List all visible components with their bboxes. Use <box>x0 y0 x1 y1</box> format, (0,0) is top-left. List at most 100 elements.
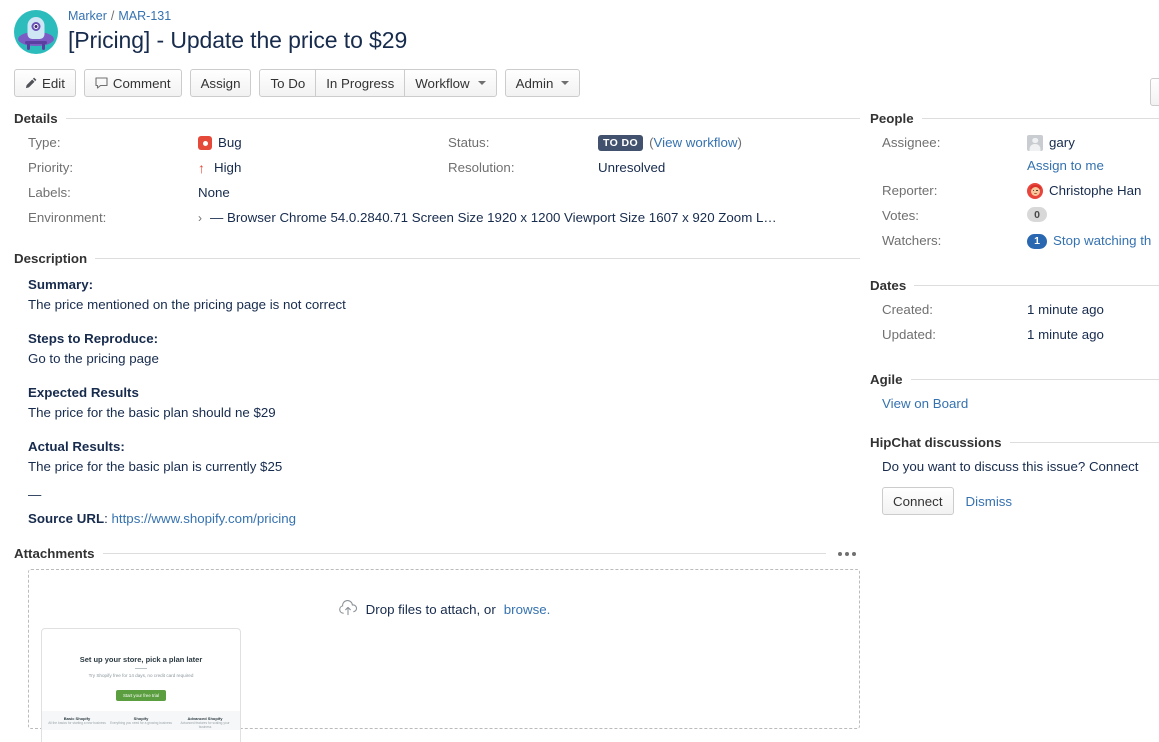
people-field-grid: Assignee: gary Assign to me Reporter: <box>870 134 1159 250</box>
view-workflow-wrap: (View workflow) <box>649 134 742 152</box>
comment-icon <box>95 77 108 89</box>
comment-button-label: Comment <box>113 76 171 91</box>
priority-field-value: ↑ High <box>198 159 448 177</box>
thumbnail-rule <box>135 668 147 669</box>
environment-field-value: › — Browser Chrome 54.0.2840.71 Screen S… <box>198 209 868 227</box>
assign-button[interactable]: Assign <box>190 69 252 97</box>
thumbnail-cta-button: Start your free trial <box>116 690 166 701</box>
breadcrumb-issue-key-link[interactable]: MAR-131 <box>118 9 171 23</box>
edit-button[interactable]: Edit <box>14 69 76 97</box>
chevron-down-icon <box>478 81 486 85</box>
created-label: Created: <box>882 301 1027 319</box>
watchers-label: Watchers: <box>882 232 1027 250</box>
breadcrumb-project-link[interactable]: Marker <box>68 9 107 23</box>
reporter-label: Reporter: <box>882 182 1027 200</box>
reporter-name: Christophe Han <box>1049 182 1141 200</box>
labels-field-label: Labels: <box>28 184 198 202</box>
breadcrumb-separator: / <box>111 9 114 23</box>
hipchat-prompt: Do you want to discuss this issue? Conne… <box>870 458 1159 476</box>
assign-button-label: Assign <box>201 76 241 91</box>
type-field-label: Type: <box>28 134 198 152</box>
connect-button-label: Connect <box>893 494 943 509</box>
summary-label: Summary: <box>28 276 860 294</box>
browse-link[interactable]: browse. <box>504 602 551 617</box>
issue-detail-page: Marker / MAR-131 [Pricing] - Update the pr… <box>0 0 1159 742</box>
source-url-label: Source URL <box>28 511 104 526</box>
workflow-button-group: To Do In Progress Workflow <box>259 69 496 97</box>
actual-label: Actual Results: <box>28 438 860 456</box>
heading-rule <box>103 553 826 554</box>
heading-rule <box>1010 442 1159 443</box>
source-url-link[interactable]: https://www.shopify.com/pricing <box>112 511 297 526</box>
description-section-heading: Description <box>14 251 860 266</box>
clipped-toolbar-button[interactable] <box>1150 78 1159 106</box>
watchers-count-badge: 1 <box>1027 234 1047 249</box>
breadcrumb: Marker / MAR-131 <box>68 8 407 24</box>
admin-dropdown-button[interactable]: Admin <box>505 69 581 97</box>
description-heading-label: Description <box>14 251 87 266</box>
hipchat-actions: Connect Dismiss <box>870 487 1159 515</box>
type-field-value: Bug <box>198 134 448 152</box>
source-url-colon: : <box>104 511 108 526</box>
details-section-heading: Details <box>14 111 860 126</box>
admin-button-label: Admin <box>516 76 554 91</box>
heading-rule <box>914 285 1159 286</box>
todo-transition-button[interactable]: To Do <box>259 69 316 97</box>
thumbnail-plan-item: Basic Shopify All the basics for startin… <box>46 716 108 730</box>
view-workflow-link[interactable]: View workflow <box>654 135 738 150</box>
default-user-avatar-icon <box>1027 135 1043 151</box>
hipchat-heading-label: HipChat discussions <box>870 435 1002 450</box>
description-body: Summary: The price mentioned on the pric… <box>14 274 860 528</box>
heading-rule <box>911 379 1159 380</box>
attachment-dropzone[interactable]: Drop files to attach, or browse. Set up … <box>28 569 860 729</box>
heading-rule <box>922 118 1159 119</box>
assign-to-me-link[interactable]: Assign to me <box>1027 157 1104 175</box>
arrow-up-icon: ↑ <box>198 161 208 175</box>
attachments-section-heading: Attachments <box>14 546 860 561</box>
issue-toolbar: Edit Comment Assign To Do In Progress <box>0 55 1159 97</box>
stop-watching-link[interactable]: Stop watching th <box>1053 232 1151 250</box>
assignee-label: Assignee: <box>882 134 1027 152</box>
assignee-name: gary <box>1049 134 1075 152</box>
page-title: [Pricing] - Update the price to $29 <box>68 25 407 55</box>
votes-count-badge: 0 <box>1027 207 1047 222</box>
connect-button[interactable]: Connect <box>882 487 954 515</box>
attachment-thumbnail[interactable]: Set up your store, pick a plan later Try… <box>41 628 241 742</box>
dismiss-link[interactable]: Dismiss <box>966 494 1013 509</box>
dates-section-heading: Dates <box>870 278 1159 293</box>
in-progress-button-label: In Progress <box>326 76 394 91</box>
todo-button-label: To Do <box>270 76 305 91</box>
view-on-board-link[interactable]: View on Board <box>882 396 968 411</box>
status-field-value: TO DO (View workflow) <box>598 134 868 152</box>
agile-heading-label: Agile <box>870 372 903 387</box>
ellipsis-icon[interactable] <box>834 552 860 556</box>
pencil-icon <box>25 77 37 89</box>
workflow-dropdown-button[interactable]: Workflow <box>404 69 496 97</box>
in-progress-transition-button[interactable]: In Progress <box>315 69 405 97</box>
assign-to-me-row: Assign to me <box>1027 157 1159 175</box>
thumbnail-title: Set up your store, pick a plan later <box>52 655 230 664</box>
thumbnail-plan-item: Advanced Shopify Advanced features for s… <box>174 716 236 730</box>
attachments-heading-label: Attachments <box>14 546 95 561</box>
details-heading-label: Details <box>14 111 58 126</box>
thumbnail-plans: Basic Shopify All the basics for startin… <box>42 711 240 730</box>
type-value-text: Bug <box>218 134 242 152</box>
details-field-grid: Type: Bug Status: TO DO (View workflow) … <box>14 134 860 227</box>
steps-label: Steps to Reproduce: <box>28 330 860 348</box>
user-avatar-photo-icon <box>1027 183 1043 199</box>
comment-button[interactable]: Comment <box>84 69 182 97</box>
chevron-right-icon[interactable]: › <box>198 209 202 227</box>
paren-close: ) <box>738 135 742 150</box>
description-divider: — <box>28 486 860 504</box>
environment-field-label: Environment: <box>28 209 198 227</box>
priority-value-text: High <box>214 159 241 177</box>
environment-value-text: — Browser Chrome 54.0.2840.71 Screen Siz… <box>210 209 777 227</box>
issue-sidebar: People Assignee: gary Assign to me Repor… <box>860 111 1159 729</box>
priority-field-label: Priority: <box>28 159 198 177</box>
expected-text: The price for the basic plan should ne $… <box>28 404 860 422</box>
edit-button-label: Edit <box>42 76 65 91</box>
heading-rule <box>95 258 860 259</box>
dropzone-message: Drop files to attach, or browse. <box>29 600 859 619</box>
actual-text: The price for the basic plan is currentl… <box>28 458 860 476</box>
assignee-value-block: gary Assign to me <box>1027 134 1159 175</box>
